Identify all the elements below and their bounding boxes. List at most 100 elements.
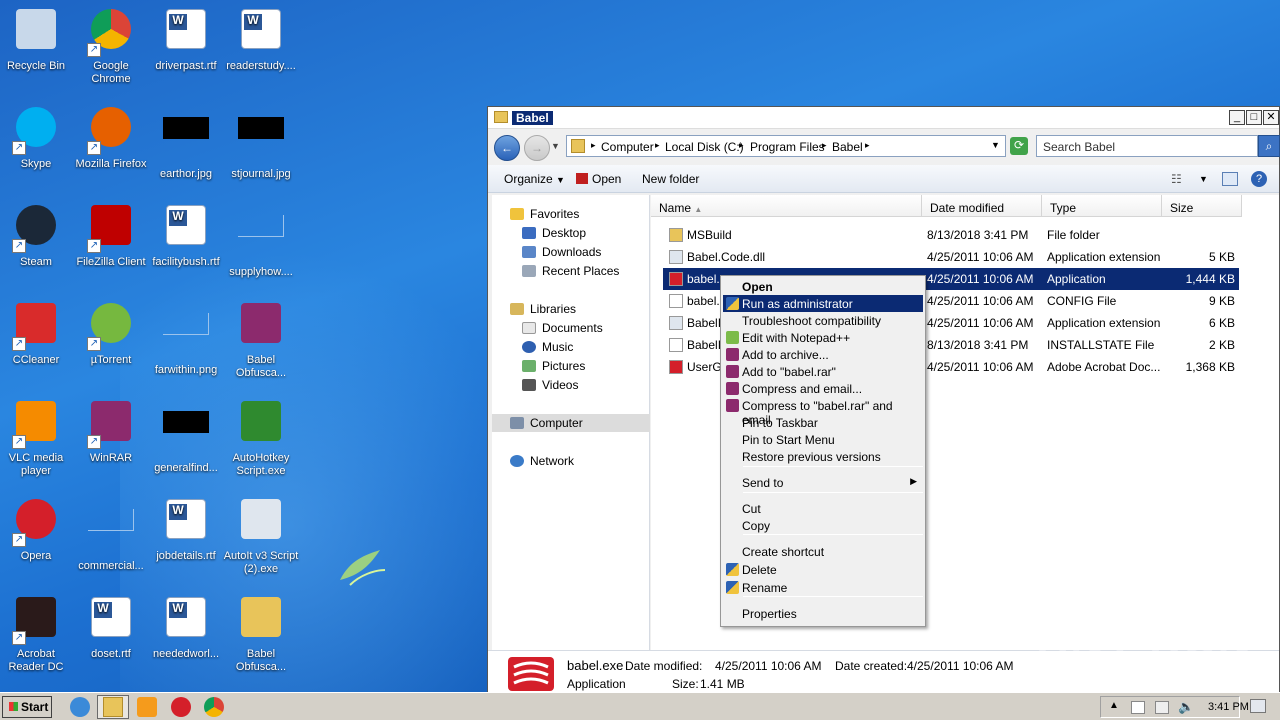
back-button[interactable]: ←: [494, 135, 520, 161]
nav-downloads[interactable]: Downloads: [522, 245, 601, 259]
nav-libraries[interactable]: Libraries: [510, 302, 576, 316]
menu-item[interactable]: Pin to Start Menu: [723, 431, 923, 448]
desktop-icon-item[interactable]: stjournal.jpg: [223, 103, 299, 181]
menu-item[interactable]: Compress and email...: [723, 380, 923, 397]
desktop-icon-item[interactable]: Wneededworl...: [148, 593, 224, 661]
desktop-icon-item[interactable]: farwithin.png: [148, 299, 224, 377]
column-name[interactable]: Name ▲: [651, 195, 922, 217]
menu-item[interactable]: Add to "babel.rar": [723, 363, 923, 380]
nav-desktop[interactable]: Desktop: [522, 226, 586, 240]
opera-icon[interactable]: [171, 697, 191, 717]
help-icon[interactable]: ?: [1251, 171, 1267, 187]
close-button[interactable]: ✕: [1263, 110, 1279, 125]
desktop-icon-item[interactable]: Recycle Bin: [0, 5, 74, 73]
menu-item[interactable]: Edit with Notepad++: [723, 329, 923, 346]
action-center-icon[interactable]: [1131, 701, 1145, 714]
address-dropdown-icon[interactable]: ▼: [991, 140, 1000, 150]
desktop-icon-item[interactable]: ↗ Opera: [0, 495, 74, 563]
desktop-icon-item[interactable]: commercial...: [73, 495, 149, 573]
desktop-icon-item[interactable]: Wjobdetails.rtf: [148, 495, 224, 563]
minimize-button[interactable]: _: [1229, 110, 1245, 125]
menu-separator: [743, 596, 923, 597]
chrome-icon[interactable]: [204, 697, 224, 717]
ie-icon[interactable]: [70, 697, 90, 717]
nav-recent-places[interactable]: Recent Places: [522, 264, 619, 278]
start-button[interactable]: Start: [2, 696, 52, 718]
file-row[interactable]: MSBuild 8/13/2018 3:41 PM File folder: [663, 224, 1239, 246]
menu-item[interactable]: Open: [723, 278, 923, 295]
menu-item[interactable]: Copy: [723, 517, 923, 534]
desktop-icon-item[interactable]: generalfind...: [148, 397, 224, 475]
recent-pages-chevron-icon[interactable]: ▼: [551, 141, 560, 151]
desktop-icon-item[interactable]: ↗ FileZilla Client: [73, 201, 149, 269]
forward-button[interactable]: →: [524, 135, 550, 161]
refresh-button[interactable]: ⟳: [1010, 137, 1028, 155]
nav-pictures[interactable]: Pictures: [522, 359, 585, 373]
title-bar[interactable]: Babel _ □ ✕: [488, 107, 1279, 129]
search-input[interactable]: Search Babel: [1036, 135, 1258, 157]
desktop-icon-item[interactable]: earthor.jpg: [148, 103, 224, 181]
menu-item[interactable]: Create shortcut: [723, 543, 923, 560]
menu-item[interactable]: Delete: [723, 561, 923, 578]
desktop-icon-item[interactable]: ↗ Acrobat Reader DC: [0, 593, 74, 674]
nav-music[interactable]: Music: [522, 340, 573, 354]
menu-item[interactable]: Run as administrator: [723, 295, 923, 312]
desktop-icon-item[interactable]: AutoIt v3 Script (2).exe: [223, 495, 299, 576]
desktop-icon-item[interactable]: ↗ Steam: [0, 201, 74, 269]
open-button[interactable]: Open: [576, 172, 621, 186]
explorer-icon[interactable]: [103, 697, 123, 717]
desktop-icon-item[interactable]: Wdriverpast.rtf: [148, 5, 224, 73]
desktop-icon-item[interactable]: ↗ Mozilla Firefox: [73, 103, 149, 171]
desktop-icon-item[interactable]: ↗ WinRAR: [73, 397, 149, 465]
desktop-icon-item[interactable]: ↗ VLC media player: [0, 397, 74, 478]
breadcrumb-local-disk[interactable]: Local Disk (C:): [665, 140, 744, 154]
desktop-icon-item[interactable]: ↗ Google Chrome: [73, 5, 149, 86]
column-type[interactable]: Type: [1042, 195, 1162, 217]
breadcrumb-computer[interactable]: Computer: [601, 140, 654, 154]
new-folder-button[interactable]: New folder: [642, 172, 699, 186]
menu-item[interactable]: Pin to Taskbar: [723, 414, 923, 431]
videos-icon: [522, 379, 536, 391]
nav-favorites[interactable]: Favorites: [510, 207, 579, 221]
nav-network[interactable]: Network: [510, 454, 574, 468]
show-hidden-icons-icon[interactable]: ▲: [1109, 700, 1119, 711]
network-tray-icon[interactable]: [1155, 701, 1169, 714]
clock[interactable]: 3:41 PM: [1208, 701, 1249, 713]
desktop-icon-item[interactable]: Wdoset.rtf: [73, 593, 149, 661]
desktop-icon-item[interactable]: Wfacilitybush.rtf: [148, 201, 224, 269]
volume-icon[interactable]: 🔈: [1178, 699, 1194, 715]
nav-videos[interactable]: Videos: [522, 378, 578, 392]
desktop-icon-item[interactable]: Wreaderstudy....: [223, 5, 299, 73]
nav-computer[interactable]: Computer: [510, 416, 583, 430]
search-icon[interactable]: ⌕: [1258, 135, 1280, 157]
desktop-icon-item[interactable]: ↗ µTorrent: [73, 299, 149, 367]
preview-pane-icon[interactable]: [1222, 172, 1238, 186]
desktop-icon-item[interactable]: AutoHotkey Script.exe: [223, 397, 299, 478]
address-bar[interactable]: ▸ Computer ▸ Local Disk (C:) ▸ Program F…: [566, 135, 1006, 157]
nav-documents[interactable]: Documents: [522, 321, 603, 335]
menu-item[interactable]: Restore previous versions: [723, 448, 923, 465]
desktop-icon-item[interactable]: Babel Obfusca...: [223, 593, 299, 674]
menu-item[interactable]: Compress to "babel.rar" and email: [723, 397, 923, 427]
show-desktop-icon[interactable]: [1250, 699, 1266, 713]
view-options-icon[interactable]: ☷: [1171, 172, 1182, 186]
breadcrumb-program-files[interactable]: Program Files: [750, 140, 825, 154]
menu-item[interactable]: Add to archive...: [723, 346, 923, 363]
media-player-icon[interactable]: [137, 697, 157, 717]
maximize-button[interactable]: □: [1246, 110, 1262, 125]
desktop-icon-item[interactable]: ↗ Skype: [0, 103, 74, 171]
column-size[interactable]: Size: [1162, 195, 1242, 217]
desktop-icon-item[interactable]: supplyhow....: [223, 201, 299, 279]
desktop-icon-item[interactable]: Babel Obfusca...: [223, 299, 299, 380]
menu-item[interactable]: Send to ▶: [723, 474, 923, 491]
menu-item[interactable]: Troubleshoot compatibility: [723, 312, 923, 329]
desktop-icon-item[interactable]: ↗ CCleaner: [0, 299, 74, 367]
menu-item[interactable]: Rename: [723, 579, 923, 596]
breadcrumb-babel[interactable]: Babel: [832, 140, 863, 154]
organize-button[interactable]: Organize ▼: [504, 172, 565, 186]
menu-item[interactable]: Properties: [723, 605, 923, 622]
file-row[interactable]: Babel.Code.dll 4/25/2011 10:06 AM Applicat…: [663, 246, 1239, 268]
column-date-modified[interactable]: Date modified: [922, 195, 1042, 217]
menu-item[interactable]: Cut: [723, 500, 923, 517]
view-dropdown-icon[interactable]: ▼: [1199, 174, 1208, 184]
